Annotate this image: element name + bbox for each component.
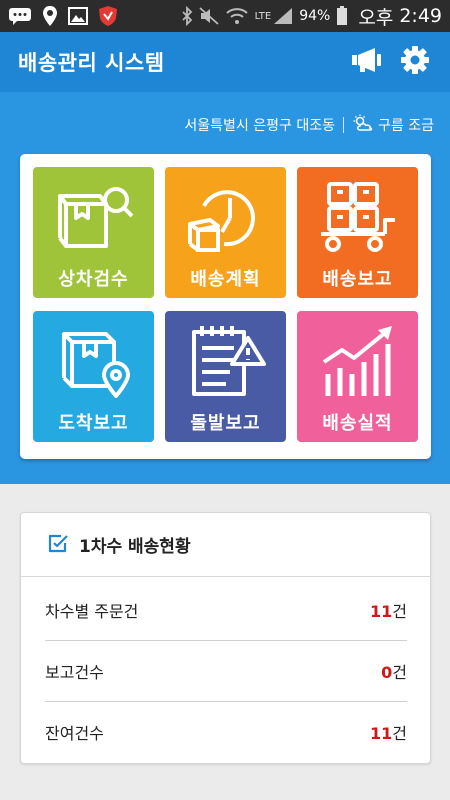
location-text: 서울특별시 은평구 대조동 bbox=[184, 118, 336, 134]
wifi-icon bbox=[225, 7, 249, 25]
location-icon bbox=[42, 5, 58, 27]
count-number: 11 bbox=[370, 724, 393, 743]
row-value: 11건 bbox=[370, 598, 407, 622]
status-row-remaining: 잔여건수 11건 bbox=[45, 702, 407, 762]
box-location-icon bbox=[54, 321, 134, 401]
report-warning-icon bbox=[186, 321, 266, 401]
delivery-status-section: 1차수 배송현황 차수별 주문건 11건 보고건수 0건 잔여건수 11건 bbox=[0, 484, 450, 800]
shield-app-icon bbox=[98, 5, 118, 27]
menu-tile-incident-report[interactable]: 돌발보고 bbox=[165, 311, 286, 442]
menu-tile-plan[interactable]: 배송계획 bbox=[165, 167, 286, 298]
app-bar: 배송관리 시스템 bbox=[0, 32, 450, 92]
tile-label: 도착보고 bbox=[58, 413, 129, 434]
row-label: 차수별 주문건 bbox=[45, 602, 139, 621]
row-label: 잔여건수 bbox=[45, 724, 104, 743]
status-row-reports: 보고건수 0건 bbox=[45, 641, 407, 701]
location-weather-bar: 서울특별시 은평구 대조동 구름 조금 bbox=[184, 114, 434, 136]
row-value: 0건 bbox=[381, 659, 407, 683]
row-label: 보고건수 bbox=[45, 663, 104, 682]
menu-tile-performance[interactable]: 배송실적 bbox=[297, 311, 418, 442]
count-number: 0 bbox=[381, 663, 393, 682]
count-number: 11 bbox=[370, 602, 393, 621]
page-title: 배송관리 시스템 bbox=[18, 51, 165, 75]
tile-label: 돌발보고 bbox=[190, 413, 261, 434]
battery-percent: 94% bbox=[299, 8, 331, 24]
clock-time: 2:49 bbox=[399, 5, 442, 27]
count-unit: 건 bbox=[392, 724, 407, 743]
bluetooth-icon bbox=[181, 6, 193, 26]
battery-icon bbox=[336, 6, 348, 26]
dashboard-hero: 서울특별시 은평구 대조동 구름 조금 상차검수 배송계획 배송보고 도착보고 … bbox=[0, 92, 450, 484]
count-unit: 건 bbox=[392, 663, 407, 682]
card-title: 1차수 배송현황 bbox=[79, 537, 191, 557]
menu-grid: 상차검수 배송계획 배송보고 도착보고 돌발보고 배송실적 bbox=[20, 154, 431, 459]
clock-ampm: 오후 bbox=[358, 6, 394, 29]
row-value: 11건 bbox=[370, 720, 407, 744]
settings-button[interactable] bbox=[398, 45, 432, 79]
megaphone-icon bbox=[351, 46, 383, 78]
chart-up-icon bbox=[318, 321, 398, 401]
status-bar: LTE 94% 오후 2:49 bbox=[0, 0, 450, 32]
cart-boxes-icon bbox=[317, 177, 399, 257]
mute-icon bbox=[199, 7, 219, 25]
status-row-orders: 차수별 주문건 11건 bbox=[45, 580, 407, 640]
tile-label: 배송계획 bbox=[190, 269, 261, 290]
chat-icon bbox=[8, 7, 32, 25]
menu-tile-delivery-report[interactable]: 배송보고 bbox=[297, 167, 418, 298]
count-unit: 건 bbox=[392, 602, 407, 621]
tile-label: 상차검수 bbox=[58, 269, 129, 290]
lte-signal-icon: LTE bbox=[255, 7, 294, 25]
cloud-sun-icon bbox=[352, 114, 374, 136]
card-header: 1차수 배송현황 bbox=[21, 513, 430, 577]
gallery-icon bbox=[68, 7, 88, 25]
box-search-icon bbox=[54, 177, 134, 257]
weather-text: 구름 조금 bbox=[378, 118, 434, 134]
divider bbox=[343, 117, 345, 133]
gear-icon bbox=[400, 45, 430, 79]
delivery-status-card: 1차수 배송현황 차수별 주문건 11건 보고건수 0건 잔여건수 11건 bbox=[20, 512, 431, 764]
menu-tile-arrival-report[interactable]: 도착보고 bbox=[33, 311, 154, 442]
edit-check-icon bbox=[47, 533, 69, 557]
menu-tile-inspection[interactable]: 상차검수 bbox=[33, 167, 154, 298]
tile-label: 배송보고 bbox=[322, 269, 393, 290]
clock-box-icon bbox=[186, 177, 266, 257]
megaphone-button[interactable] bbox=[350, 45, 384, 79]
tile-label: 배송실적 bbox=[322, 413, 393, 434]
